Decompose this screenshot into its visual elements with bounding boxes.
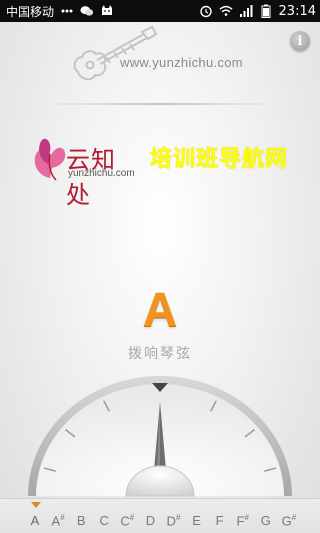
website-url: www.yunzhichu.com <box>120 55 243 70</box>
wifi-icon <box>218 4 233 18</box>
carrier-label: 中国移动 <box>6 4 55 19</box>
banner-text: 培训班导航网 <box>150 147 289 172</box>
more-icon <box>60 4 74 18</box>
string-option[interactable]: D <box>139 513 161 528</box>
status-bar: 中国移动 23:14 <box>0 0 320 22</box>
battery-icon <box>259 4 273 18</box>
string-option[interactable]: G# <box>278 513 300 528</box>
string-option[interactable]: E <box>186 513 208 528</box>
signal-icon <box>239 4 253 18</box>
string-option[interactable]: F <box>209 513 231 528</box>
detected-note: A <box>142 284 178 337</box>
butterfly-logo-icon <box>34 138 66 181</box>
string-list: A A# B C C# D D# E F F# G G# <box>24 513 300 528</box>
info-button[interactable]: i <box>290 31 310 51</box>
clock: 23:14 <box>278 3 316 19</box>
guitar-icon <box>70 24 160 84</box>
cat-icon <box>100 4 114 18</box>
string-option[interactable]: C <box>93 513 115 528</box>
string-option[interactable]: C# <box>116 513 138 528</box>
string-option[interactable]: F# <box>232 513 254 528</box>
logo: 云知处 yunzhichu.com <box>30 130 140 209</box>
string-option[interactable]: A# <box>47 513 69 528</box>
string-selector: A A# B C C# D D# E F F# G G# <box>0 498 320 533</box>
string-option[interactable]: B <box>70 513 92 528</box>
alarm-icon <box>199 4 213 18</box>
string-option[interactable]: A <box>24 513 46 528</box>
selected-string-marker-icon <box>31 502 41 508</box>
string-option[interactable]: D# <box>162 513 184 528</box>
logo-english-text: yunzhichu.com <box>68 168 135 179</box>
wechat-icon <box>80 4 94 18</box>
pluck-string-hint: 拨响琴弦 <box>128 346 192 362</box>
header-divider <box>40 103 280 105</box>
string-option[interactable]: G <box>255 513 277 528</box>
tuning-gauge <box>26 370 294 498</box>
